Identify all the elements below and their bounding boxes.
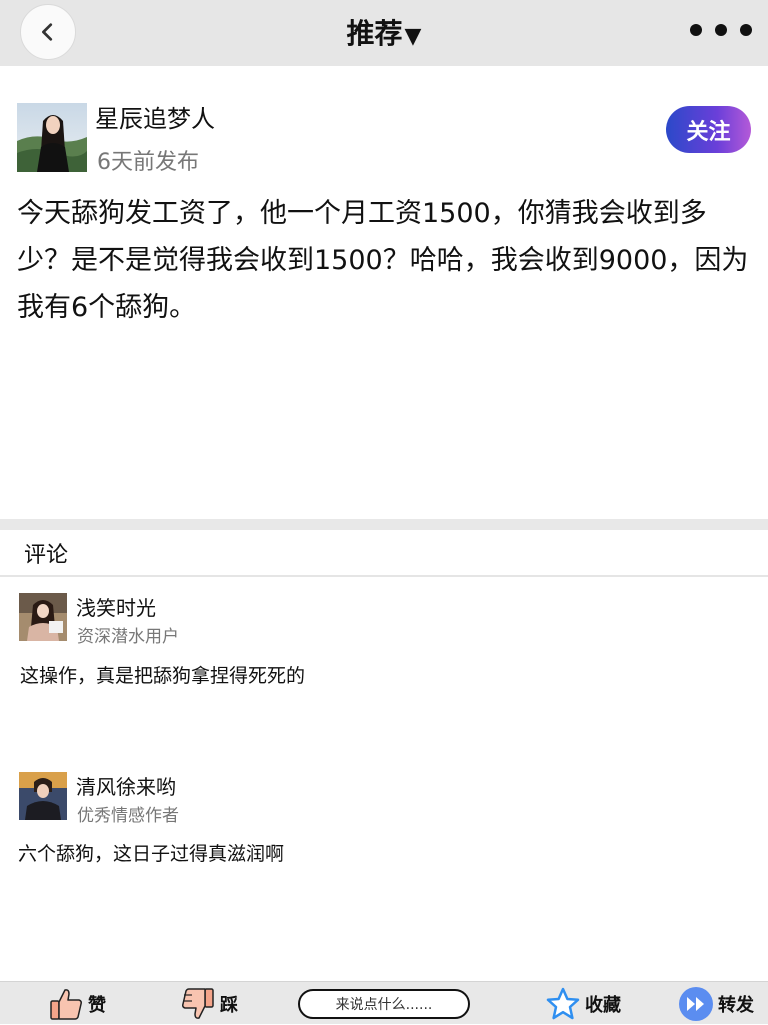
- section-divider: [0, 519, 768, 530]
- comment-text: 六个舔狗，这日子过得真滋润啊: [18, 843, 285, 865]
- post-timestamp: 6天前发布: [97, 150, 199, 175]
- author-name[interactable]: 星辰追梦人: [95, 99, 215, 134]
- commenter-role: 资深潜水用户: [77, 627, 179, 647]
- share-button[interactable]: 转发: [678, 982, 754, 1025]
- like-button[interactable]: 赞: [48, 982, 106, 1025]
- author-avatar[interactable]: [17, 103, 87, 172]
- dislike-label: 踩: [220, 994, 238, 1016]
- thumbs-up-icon: [50, 988, 82, 1020]
- favorite-button[interactable]: 收藏: [545, 982, 621, 1025]
- follow-button[interactable]: 关注: [666, 106, 751, 153]
- dislike-button[interactable]: 踩: [180, 982, 238, 1025]
- post-content: 今天舔狗发工资了，他一个月工资1500，你猜我会收到多少？是不是觉得我会收到15…: [17, 198, 749, 323]
- share-label: 转发: [718, 994, 754, 1016]
- commenter-role: 优秀情感作者: [77, 806, 179, 826]
- page-title: 推荐: [346, 17, 403, 50]
- like-label: 赞: [88, 994, 106, 1016]
- comment-input[interactable]: 来说点什么......: [298, 989, 470, 1019]
- star-icon: [546, 987, 580, 1019]
- commenter-avatar[interactable]: [19, 593, 67, 641]
- feed-selector[interactable]: 推荐▼: [0, 12, 768, 52]
- comment-text: 这操作，真是把舔狗拿捏得死死的: [20, 665, 306, 687]
- bottom-action-bar: 赞 踩 来说点什么...... 收藏 转发: [0, 981, 768, 1024]
- divider: [0, 575, 768, 577]
- more-dots-icon: [690, 24, 702, 36]
- commenter-avatar[interactable]: [19, 772, 67, 820]
- favorite-label: 收藏: [585, 994, 621, 1016]
- commenter-name[interactable]: 清风徐来哟: [76, 771, 176, 800]
- dropdown-caret-icon: ▼: [404, 24, 422, 49]
- fast-forward-icon: [679, 986, 713, 1021]
- thumbs-down-icon: [182, 987, 214, 1019]
- commenter-name[interactable]: 浅笑时光: [76, 592, 156, 621]
- comments-heading: 评论: [24, 543, 69, 568]
- more-dots-icon: [715, 24, 727, 36]
- more-options-button[interactable]: [690, 20, 752, 40]
- top-bar: 推荐▼: [0, 0, 768, 66]
- more-dots-icon: [740, 24, 752, 36]
